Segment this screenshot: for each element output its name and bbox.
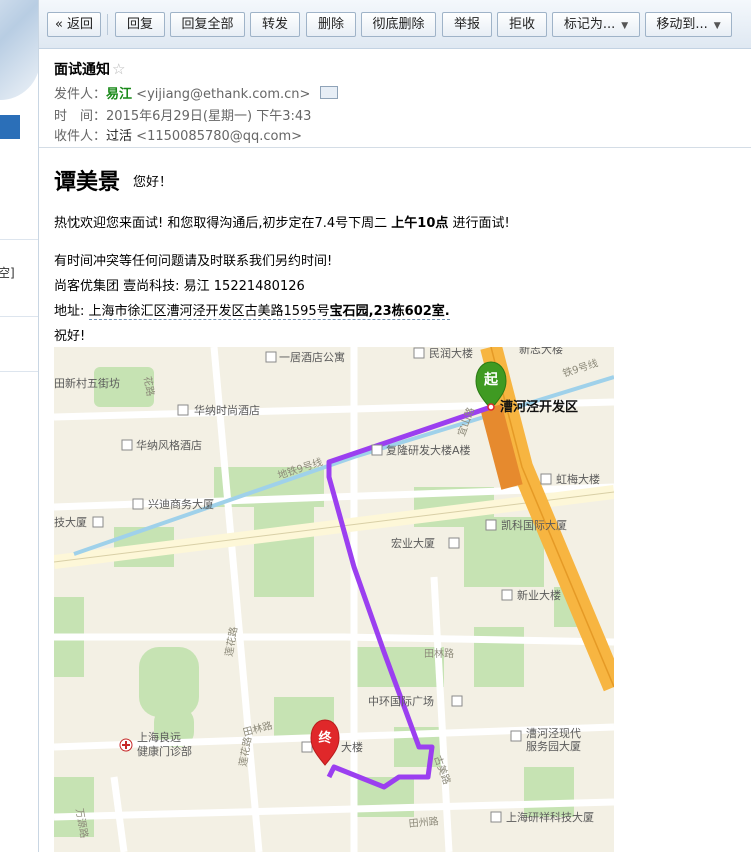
poi-kaike: 凯科国际大厦 [501, 518, 567, 532]
start-marker-label: 起 [483, 371, 499, 388]
forward-button[interactable]: 转发 [250, 12, 300, 37]
move-to-dropdown[interactable]: 移动到... ▼ [645, 12, 732, 37]
toolbar-separator [107, 14, 108, 35]
map-canvas: 地铁9号线 铁9号线 宜山路 莲花路 莲花路 田林路 田林路 古美路 田州路 万… [54, 347, 614, 852]
delete-button[interactable]: 删除 [306, 12, 356, 37]
building-icon [490, 811, 502, 823]
poi-zhonghuan: 中环国际广场 [368, 694, 434, 708]
from-label: 发件人： [54, 87, 107, 102]
report-button[interactable]: 举报 [442, 12, 492, 37]
to-label: 收件人： [54, 129, 107, 144]
recipient-address: <1150085780@qq.com> [136, 129, 303, 144]
reply-all-button[interactable]: 回复全部 [170, 12, 245, 37]
building-icon [540, 473, 552, 485]
divider [0, 316, 38, 317]
poi-fuwuyuan-1: 漕河泾现代 [526, 726, 581, 740]
mail-body: 谭美景 您好！ 热忱欢迎您来面试! 和您取得沟通后,初步定在7.4号下周二 上午… [39, 148, 751, 852]
building-icon [177, 404, 189, 416]
sender-address: <yijiang@ethank.com.cn> [136, 87, 311, 102]
poi-yanfa: 上海研祥科技大厦 [506, 810, 594, 824]
selected-folder-marker[interactable] [0, 115, 20, 139]
divider [0, 239, 38, 240]
building-icon [448, 537, 460, 549]
from-row: 发件人：易江 <yijiang@ethank.com.cn> [54, 83, 339, 102]
greeting-name: 谭美景 [54, 170, 121, 195]
end-marker-label: 终 [318, 730, 332, 746]
left-frame: 空] [0, 0, 39, 852]
poi-xinzhi: 新志大楼 [519, 347, 563, 356]
building-icon [92, 516, 104, 528]
poi-xincun: 田新村五街坊 [54, 376, 120, 390]
address-text: 上海市徐汇区漕河泾开发区古美路1595号 [88, 304, 330, 319]
chevron-down-icon: ▼ [621, 21, 629, 31]
recipient-name[interactable]: 过活 [106, 129, 132, 144]
reply-button[interactable]: 回复 [115, 12, 165, 37]
poi-hongmei: 虹梅大楼 [556, 472, 600, 486]
poi-yiju: 一居酒店公寓 [279, 350, 345, 364]
hospital-icon [119, 738, 133, 752]
building-icon [501, 589, 513, 601]
poi-fuwuyuan-2: 服务园大厦 [526, 739, 581, 753]
subject-line: 面试通知 ☆ [54, 59, 125, 79]
building-icon [301, 741, 313, 753]
poi-liangyuan-2: 健康门诊部 [137, 744, 192, 758]
route-map[interactable]: 地铁9号线 铁9号线 宜山路 莲花路 莲花路 田林路 田林路 古美路 田州路 万… [54, 347, 614, 852]
sender-name[interactable]: 易江 [106, 87, 132, 102]
chevron-down-icon: ▼ [713, 21, 721, 31]
interview-time: 上午10点 [391, 216, 449, 231]
poi-xingdi: 兴迪商务大厦 [148, 497, 214, 511]
poi-minrun: 民润大楼 [429, 347, 473, 360]
poi-liangyuan-1: 上海良远 [137, 730, 181, 744]
poi-jida: 技大厦 [54, 515, 87, 529]
mail-subject: 面试通知 [54, 62, 110, 78]
mail-header: 面试通知 ☆ 发件人：易江 <yijiang@ethank.com.cn> 时 间… [39, 49, 751, 148]
start-location-label: 漕河泾开发区 [500, 399, 578, 415]
poi-fulong: 复隆研发大楼A楼 [386, 443, 471, 457]
poi-hongye: 宏业大厦 [391, 536, 435, 550]
body-line-5: 祝好! [54, 329, 86, 344]
mark-as-dropdown[interactable]: 标记为... ▼ [552, 12, 640, 37]
poi-dalou: 大楼 [341, 740, 363, 754]
mark-as-label: 标记为... [563, 17, 616, 32]
building-icon [371, 444, 383, 456]
poi-huana-shishang: 华纳时尚酒店 [194, 403, 260, 417]
building-icon [265, 351, 277, 363]
greeting-hello: 您好！ [133, 175, 173, 190]
tianlin-road-label: 田林路 [424, 647, 454, 660]
line1-post: 进行面试! [452, 216, 510, 231]
address-label: 地址: [54, 304, 85, 319]
contact-card-icon[interactable] [320, 86, 339, 99]
building-icon [132, 498, 144, 510]
back-button[interactable]: « 返回 [47, 12, 101, 37]
poi-xinye: 新业大楼 [517, 588, 561, 602]
move-to-label: 移动到... [656, 17, 708, 32]
address-link[interactable]: 上海市徐汇区漕河泾开发区古美路1595号宝石园,23栋602室. [88, 304, 450, 320]
to-row: 收件人：过活 <1150085780@qq.com> [54, 125, 302, 144]
building-icon [413, 347, 425, 359]
divider [0, 371, 38, 372]
mail-toolbar: « 返回 回复 回复全部 转发 删除 彻底删除 举报 拒收 标记为... ▼ 移动… [39, 0, 751, 49]
body-line-2: 有时间冲突等任何问题请及时联系我们另约时间! [54, 254, 333, 269]
address-building: 宝石园,23栋602室. [329, 304, 450, 319]
building-icon [121, 439, 133, 451]
left-decoration [0, 0, 38, 100]
time-label: 时 间： [54, 109, 107, 124]
building-icon [510, 730, 522, 742]
delete-permanent-button[interactable]: 彻底删除 [361, 12, 436, 37]
body-line-1: 热忱欢迎您来面试! 和您取得沟通后,初步定在7.4号下周二 上午10点 进行面试… [54, 212, 510, 231]
star-icon[interactable]: ☆ [112, 60, 125, 78]
time-value: 2015年6月29日(星期一) 下午3:43 [106, 109, 312, 124]
building-icon [485, 519, 497, 531]
left-partial-text: 空] [0, 266, 15, 280]
poi-huana-fengge: 华纳风格酒店 [136, 438, 202, 452]
body-line-4: 地址: 上海市徐汇区漕河泾开发区古美路1595号宝石园,23栋602室. [54, 300, 450, 320]
building-icon [451, 695, 463, 707]
line1-pre: 热忱欢迎您来面试! 和您取得沟通后,初步定在7.4号下周二 [54, 216, 388, 231]
body-line-3: 尚客优集团 壹尚科技: 易江 15221480126 [54, 279, 305, 294]
reject-button[interactable]: 拒收 [497, 12, 547, 37]
time-row: 时 间：2015年6月29日(星期一) 下午3:43 [54, 105, 311, 124]
